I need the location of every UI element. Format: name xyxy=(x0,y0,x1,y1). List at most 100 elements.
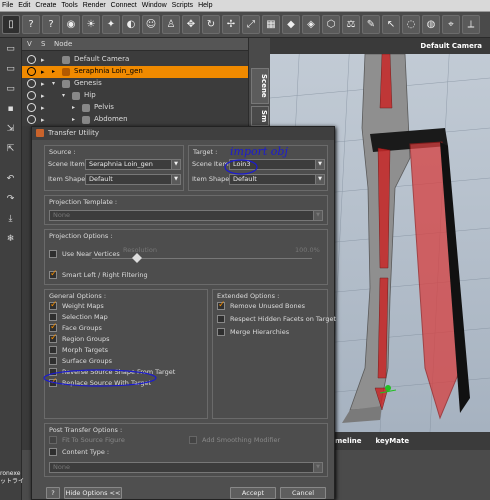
menu-scripts[interactable]: Scripts xyxy=(172,2,193,9)
expand-icon[interactable]: ▸ xyxy=(72,104,75,111)
import-icon[interactable]: ⇲ xyxy=(3,122,18,136)
cancel-button[interactable]: Cancel xyxy=(280,487,326,499)
checkbox-box[interactable] xyxy=(49,368,57,376)
lasso-icon[interactable]: ◌ xyxy=(402,15,420,34)
tab-smart-content[interactable]: Sm xyxy=(251,106,269,126)
menu-tools[interactable]: Tools xyxy=(61,2,77,9)
scale-icon[interactable]: ⤢ xyxy=(242,15,260,34)
brush-icon[interactable]: ✎ xyxy=(362,15,380,34)
weight-icon[interactable]: ⚖ xyxy=(342,15,360,34)
tab-keymate[interactable]: keyMate xyxy=(369,433,417,449)
checkbox-box[interactable] xyxy=(217,300,226,310)
target-item-shape-select[interactable]: Default ▼ xyxy=(229,174,325,185)
source-scene-item-select[interactable]: Seraphnia Loin_gen ▼ xyxy=(85,159,181,170)
snowflake-icon[interactable]: ❄ xyxy=(3,232,18,246)
figure-icon[interactable]: ☺ xyxy=(142,15,160,34)
scene-row[interactable]: ▸ ▾ Genesis xyxy=(22,78,248,90)
menu-file[interactable]: File xyxy=(2,2,13,9)
eye-icon[interactable] xyxy=(27,103,36,112)
render-icon[interactable]: ◉ xyxy=(62,15,80,34)
redo-icon[interactable]: ↷ xyxy=(3,192,18,206)
console-line: ットライ xyxy=(0,478,25,485)
tab-scene[interactable]: Scene xyxy=(251,68,269,104)
spotlight-icon[interactable]: ✦ xyxy=(102,15,120,34)
what-is-this-icon[interactable]: ? xyxy=(42,15,60,34)
accept-button[interactable]: Accept xyxy=(230,487,276,499)
expand-icon[interactable]: ▸ xyxy=(72,116,75,123)
checkbox-box[interactable] xyxy=(217,328,225,336)
scene-row[interactable]: ▸ ▸ Pelvis xyxy=(22,102,248,114)
scene-row[interactable]: ▸ ▸ Abdomen xyxy=(22,114,248,126)
eye-icon[interactable] xyxy=(27,91,36,100)
help-button[interactable]: ? xyxy=(46,487,60,499)
bone-icon[interactable]: ⟂ xyxy=(462,15,480,34)
selectable-column-header[interactable]: S xyxy=(41,40,45,48)
checkbox-box[interactable] xyxy=(49,436,57,444)
checkbox-box[interactable] xyxy=(49,269,58,279)
menu-help[interactable]: Help xyxy=(198,2,212,9)
checkbox-box[interactable] xyxy=(49,357,57,365)
menu-create[interactable]: Create xyxy=(35,2,56,9)
new-file-icon[interactable]: ▯ xyxy=(2,15,20,34)
checkbox-box[interactable] xyxy=(49,322,58,332)
checkbox-box[interactable] xyxy=(49,346,57,354)
hide-options-button[interactable]: Hide Options << xyxy=(64,487,122,499)
download-icon[interactable]: ⤓ xyxy=(3,212,18,226)
checkbox-box[interactable] xyxy=(49,377,58,387)
expand-icon[interactable]: ▸ xyxy=(52,68,55,75)
expand-icon[interactable]: ▾ xyxy=(62,92,65,99)
select-icon[interactable]: ↖ xyxy=(382,15,400,34)
geometry-icon[interactable]: ◆ xyxy=(282,15,300,34)
joint-icon[interactable]: ⬡ xyxy=(322,15,340,34)
node-column-header[interactable]: Node xyxy=(54,40,72,48)
camera-icon[interactable]: ◐ xyxy=(122,15,140,34)
rotate-icon[interactable]: ↻ xyxy=(202,15,220,34)
export-icon[interactable]: ⇱ xyxy=(3,142,18,156)
scene-row-selected[interactable]: ▸ ▸ Seraphnia Loin_gen xyxy=(22,66,248,78)
expand-icon[interactable]: ▾ xyxy=(52,80,55,87)
menu-connect[interactable]: Connect xyxy=(111,2,137,9)
checkbox-box[interactable] xyxy=(217,315,225,323)
chevron-down-icon: ▼ xyxy=(315,160,324,169)
help-icon[interactable]: ? xyxy=(22,15,40,34)
node-icon[interactable]: ✥ xyxy=(182,15,200,34)
light-icon[interactable]: ☀ xyxy=(82,15,100,34)
scene-row-label: Abdomen xyxy=(94,115,128,123)
morph-icon[interactable]: ◍ xyxy=(422,15,440,34)
menu-render[interactable]: Render xyxy=(83,2,106,9)
source-item-shape-select[interactable]: Default ▼ xyxy=(85,174,181,185)
menu-edit[interactable]: Edit xyxy=(18,2,30,9)
eye-icon[interactable] xyxy=(27,67,36,76)
pin-icon[interactable]: ⌖ xyxy=(442,15,460,34)
grid-icon[interactable]: ▦ xyxy=(262,15,280,34)
menu-window[interactable]: Window xyxy=(142,2,167,9)
pose-icon[interactable]: ♙ xyxy=(162,15,180,34)
content-type-select[interactable]: None ▼ xyxy=(49,462,323,473)
new-icon[interactable]: ▭ xyxy=(3,42,18,56)
scene-row[interactable]: ▸ Default Camera xyxy=(22,54,248,66)
eye-icon[interactable] xyxy=(27,115,36,124)
surface-icon[interactable]: ◈ xyxy=(302,15,320,34)
target-scene-item-select[interactable]: Loin3 ▼ xyxy=(229,159,325,170)
scene-side-tabs: Scene Sm xyxy=(248,38,270,126)
checkbox-box[interactable] xyxy=(189,436,197,444)
scene-row[interactable]: ▸ ▾ Hip xyxy=(22,90,248,102)
camera-label[interactable]: Default Camera xyxy=(420,42,482,50)
slider-track[interactable] xyxy=(92,258,312,259)
scene-header: V S Node xyxy=(22,38,248,51)
checkbox-box[interactable] xyxy=(49,250,57,258)
checkbox-box[interactable] xyxy=(49,448,57,456)
translate-icon[interactable]: ✢ xyxy=(222,15,240,34)
merge-icon[interactable]: ▭ xyxy=(3,82,18,96)
checkbox-box[interactable] xyxy=(49,300,58,310)
eye-icon[interactable] xyxy=(27,55,36,64)
checkbox-box[interactable] xyxy=(49,313,57,321)
dialog-titlebar[interactable]: Transfer Utility xyxy=(32,127,334,140)
checkbox-box[interactable] xyxy=(49,333,58,343)
save-icon[interactable]: ▪ xyxy=(3,102,18,116)
visible-column-header[interactable]: V xyxy=(27,40,32,48)
eye-icon[interactable] xyxy=(27,79,36,88)
projection-template-select[interactable]: None ▼ xyxy=(49,210,323,221)
undo-icon[interactable]: ↶ xyxy=(3,172,18,186)
open-icon[interactable]: ▭ xyxy=(3,62,18,76)
